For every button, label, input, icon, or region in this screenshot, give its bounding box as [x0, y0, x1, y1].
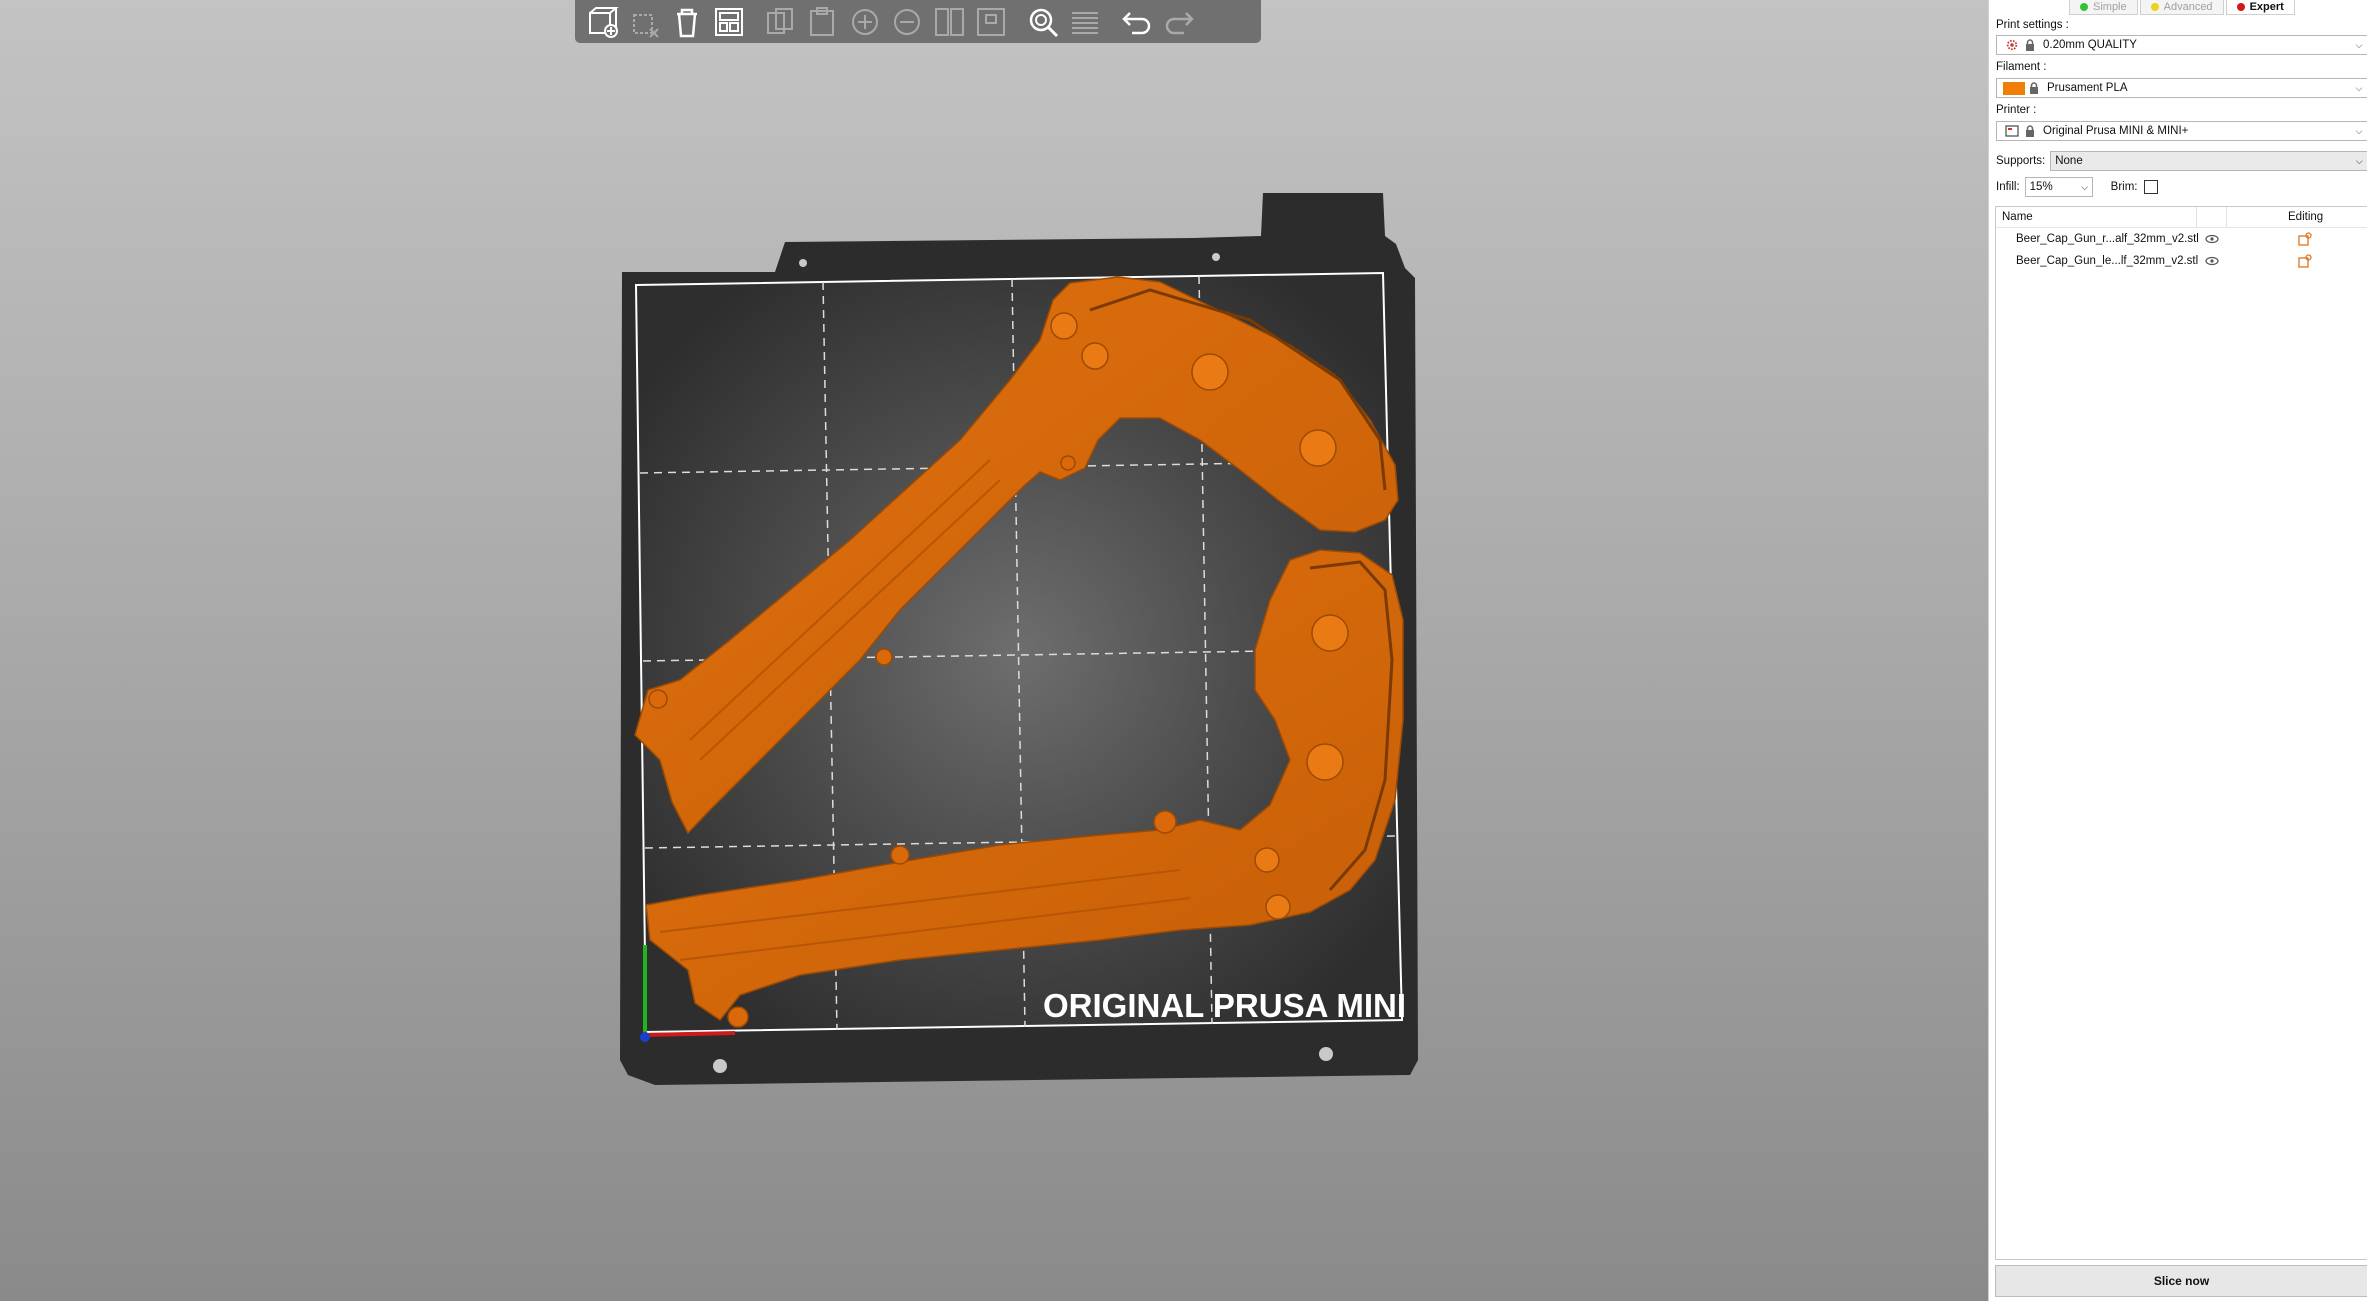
object-name: Beer_Cap_Gun_le...lf_32mm_v2.stl — [2016, 255, 2199, 267]
infill-row: Infill: 15% ⌵ Brim: — [1996, 177, 2158, 197]
mode-advanced[interactable]: Advanced — [2139, 0, 2224, 15]
3d-viewport[interactable]: ORIGINAL PRUSA MINI — [0, 0, 1988, 1301]
mode-expert-label: Expert — [2249, 1, 2284, 13]
filament-combo[interactable]: Prusament PLA ⌵ — [1996, 78, 2367, 98]
split-parts-button[interactable] — [971, 3, 1011, 41]
supports-combo[interactable]: None ⌵ — [2050, 151, 2367, 171]
slice-now-button[interactable]: Slice now — [1995, 1265, 2367, 1297]
remove-instance-button[interactable] — [887, 3, 927, 41]
right-sidebar: Simple Advanced Expert Print settings : … — [1988, 0, 2367, 1301]
infill-label: Infill: — [1996, 181, 2020, 193]
layers-editing-icon — [1072, 11, 1098, 34]
search-button[interactable] — [1023, 3, 1063, 41]
delete-button[interactable] — [625, 3, 665, 41]
delete-icon — [633, 13, 659, 38]
remove-instance-icon — [894, 8, 920, 35]
editing-column-header[interactable]: Editing — [2288, 211, 2323, 223]
undo-button[interactable] — [1117, 3, 1157, 41]
arrange-button[interactable] — [709, 3, 749, 41]
filament-label: Filament : — [1996, 61, 2047, 73]
printer-value: Original Prusa MINI & MINI+ — [2043, 125, 2189, 137]
add-icon — [589, 6, 619, 38]
column-divider — [2226, 207, 2227, 227]
add-instance-button[interactable] — [845, 3, 885, 41]
split-objects-icon — [935, 7, 964, 36]
bed-label: ORIGINAL PRUSA MINI — [1043, 987, 1406, 1024]
paste-button[interactable] — [803, 3, 843, 41]
lock-icon — [2026, 125, 2034, 137]
infill-value: 15% — [2029, 181, 2053, 193]
chevron-down-icon: ⌵ — [2355, 82, 2363, 93]
printer-combo[interactable]: Original Prusa MINI & MINI+ ⌵ — [1996, 121, 2367, 141]
eye-icon[interactable] — [2205, 234, 2219, 244]
mode-simple[interactable]: Simple — [2069, 0, 2138, 15]
mode-simple-label: Simple — [2093, 1, 2127, 13]
printer-label: Printer : — [1996, 104, 2037, 116]
lock-icon — [2030, 82, 2038, 94]
printer-icon — [2005, 125, 2019, 137]
object-list[interactable]: Name Editing Beer_Cap_Gun_r...alf_32mm_v… — [1995, 206, 2367, 1260]
chevron-down-icon: ⌵ — [2081, 181, 2089, 192]
edit-settings-icon[interactable] — [2298, 254, 2312, 268]
edit-settings-icon[interactable] — [2298, 232, 2312, 246]
filament-color-swatch — [2003, 81, 2025, 95]
object-list-header: Name Editing — [1996, 207, 2367, 228]
build-plate-scene[interactable]: ORIGINAL PRUSA MINI — [0, 0, 1988, 1301]
mode-selector: Simple Advanced Expert — [2069, 0, 2295, 15]
copy-icon — [767, 7, 793, 34]
chevron-down-icon: ⌵ — [2355, 39, 2363, 50]
layers-editing-button[interactable] — [1065, 3, 1105, 41]
filament-value: Prusament PLA — [2047, 82, 2128, 94]
object-name: Beer_Cap_Gun_r...alf_32mm_v2.stl — [2016, 233, 2199, 245]
brim-checkbox[interactable] — [2143, 180, 2158, 194]
split-objects-button[interactable] — [929, 3, 969, 41]
infill-combo[interactable]: 15% ⌵ — [2024, 177, 2093, 197]
delete-all-button[interactable] — [667, 3, 707, 41]
supports-label: Supports: — [1996, 155, 2046, 167]
lock-icon — [2026, 39, 2034, 51]
redo-button[interactable] — [1159, 3, 1199, 41]
eye-icon[interactable] — [2205, 256, 2219, 266]
supports-row: Supports: None ⌵ — [1996, 151, 2367, 171]
list-item[interactable]: Beer_Cap_Gun_le...lf_32mm_v2.stl — [1996, 250, 2367, 272]
expert-mode-dot-icon — [2236, 3, 2245, 11]
print-settings-combo[interactable]: 0.20mm QUALITY ⌵ — [1996, 35, 2367, 55]
print-settings-value: 0.20mm QUALITY — [2043, 39, 2137, 51]
undo-icon — [1122, 11, 1151, 34]
print-settings-label: Print settings : — [1996, 19, 2069, 31]
chevron-down-icon: ⌵ — [2355, 155, 2363, 166]
add-instance-icon — [852, 8, 878, 35]
gear-icon — [2006, 39, 2018, 51]
top-toolbar — [575, 0, 1261, 43]
search-icon — [1029, 8, 1059, 37]
name-column-header[interactable]: Name — [2002, 211, 2033, 223]
supports-value: None — [2055, 155, 2083, 167]
copy-button[interactable] — [761, 3, 801, 41]
list-item[interactable]: Beer_Cap_Gun_r...alf_32mm_v2.stl — [1996, 228, 2367, 250]
advanced-mode-dot-icon — [2150, 3, 2159, 11]
brim-label: Brim: — [2110, 181, 2138, 193]
chevron-down-icon: ⌵ — [2355, 125, 2363, 136]
mode-advanced-label: Advanced — [2163, 1, 2213, 13]
redo-icon — [1165, 11, 1194, 34]
column-divider — [2196, 207, 2197, 227]
delete-all-icon — [677, 8, 697, 37]
add-button[interactable] — [583, 3, 623, 41]
mode-expert[interactable]: Expert — [2225, 0, 2295, 15]
split-parts-icon — [977, 7, 1005, 36]
paste-icon — [810, 6, 834, 36]
arrange-icon — [715, 7, 743, 36]
simple-mode-dot-icon — [2080, 3, 2088, 11]
